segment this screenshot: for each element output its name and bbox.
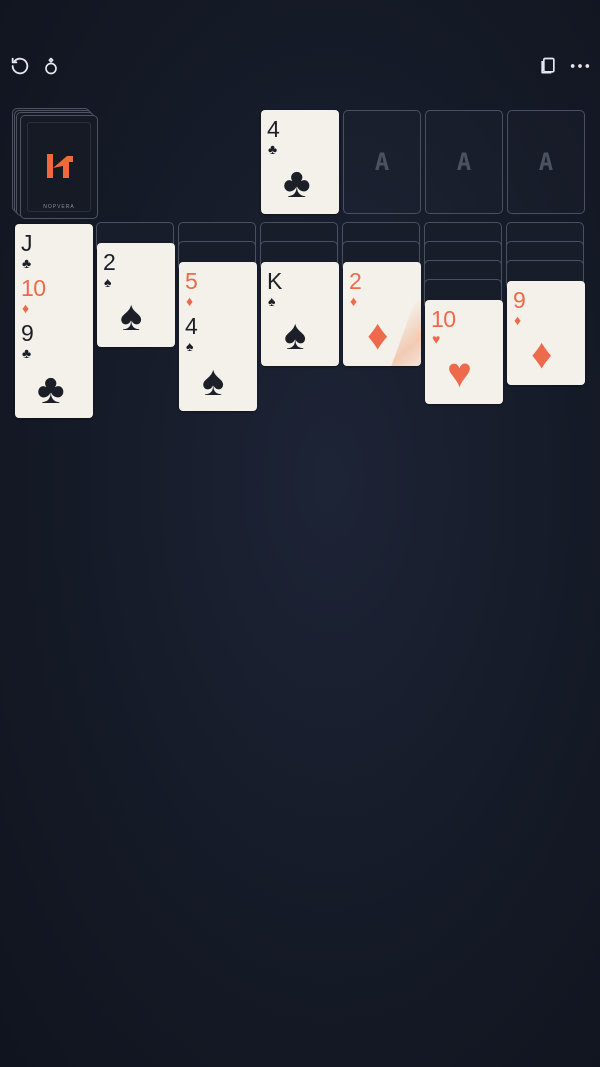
heart-icon: ♥ [447,349,472,396]
tableau-card[interactable]: 5 ♦ 4 ♠ ♠ [179,262,257,411]
undo-icon[interactable] [8,54,32,78]
tableau-card[interactable]: 9 ♦ ♦ [507,281,585,385]
card-glare [388,299,421,366]
hint-icon[interactable] [39,54,63,78]
tableau-card[interactable]: J ♣ 10 ♦ 9 ♣ ♣ [15,224,93,418]
stock-pile[interactable]: NOPVERA [12,108,104,220]
tableau-card[interactable]: K ♠ ♠ [261,262,339,366]
club-icon: ♣ [37,365,65,412]
spade-icon: ♠ [284,311,307,358]
spade-icon: ♠ [120,292,143,339]
spade-icon: ♠ [202,357,225,404]
more-icon[interactable] [568,54,592,78]
diamond-icon: ♦ [531,330,553,377]
brand-logo-icon [47,154,73,178]
cards-icon[interactable] [536,54,560,78]
stock-card-back: NOPVERA [20,115,98,219]
club-icon: ♣ [283,159,311,206]
tableau-card[interactable]: 2 ♦ ♦ [343,262,421,366]
diamond-icon: ♦ [367,311,389,358]
foundation-slot[interactable]: A [507,110,585,214]
foundation-slot[interactable]: A [343,110,421,214]
waste-card[interactable]: 4 ♣ ♣ [261,110,339,214]
brand-text: NOPVERA [43,204,75,210]
tableau-card[interactable]: 2 ♠ ♠ [97,243,175,347]
tableau-card[interactable]: 10 ♥ ♥ [425,300,503,404]
foundation-slot[interactable]: A [425,110,503,214]
